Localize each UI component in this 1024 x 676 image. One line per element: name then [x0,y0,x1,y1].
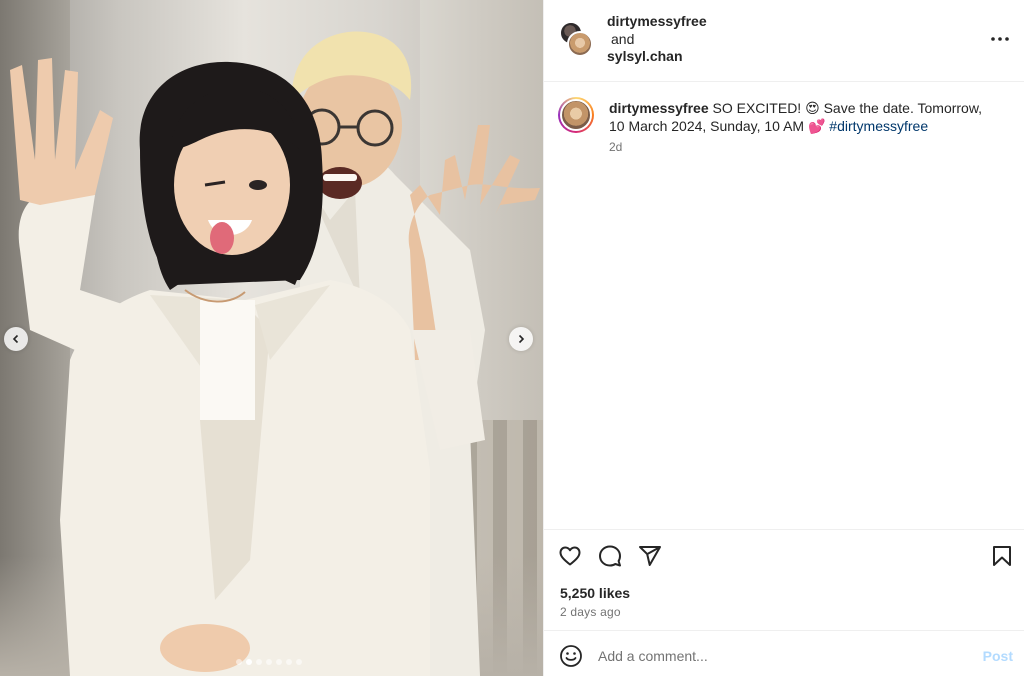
post-actions: 5,250 likes 2 days ago [544,529,1024,629]
carousel-dot [246,659,252,665]
likes-count[interactable]: 5,250 likes [560,585,630,601]
carousel-dot [296,659,302,665]
carousel-next-button[interactable] [509,327,533,351]
carousel-dot [266,659,272,665]
comment-icon [599,545,621,567]
bookmark-icon [993,546,1011,566]
post-comment-button[interactable]: Post [983,648,1013,664]
carousel-dot [256,659,262,665]
caption-timestamp: 2d [609,140,623,154]
carousel-indicator [236,659,302,665]
and-label: and [611,30,635,47]
avatar[interactable] [558,97,594,133]
post-details-panel: dirtymessyfree and sylsyl.chan dirtymess… [543,0,1024,676]
emoji-button[interactable] [559,644,583,668]
carousel-prev-button[interactable] [4,327,28,351]
save-button[interactable] [990,544,1014,568]
post-header: dirtymessyfree and sylsyl.chan [544,0,1024,82]
caption-username[interactable]: dirtymessyfree [609,100,709,116]
chevron-right-icon [518,334,525,344]
comment-form: Post [544,630,1024,676]
carousel-dot [276,659,282,665]
comment-input[interactable] [598,644,958,668]
share-button[interactable] [638,544,662,568]
like-button[interactable] [558,544,582,568]
more-options-icon [991,37,1009,41]
post-media[interactable] [0,0,543,676]
caption-text: dirtymessyfree SO EXCITED! 😍 Save the da… [609,99,999,135]
hashtag-link[interactable]: #dirtymessyfree [829,118,928,134]
share-icon [639,546,661,566]
collab-avatars[interactable] [559,21,595,57]
author-names: dirtymessyfree and sylsyl.chan [607,13,707,66]
author-link[interactable]: sylsyl.chan [607,48,707,66]
heart-icon [559,546,581,566]
chevron-left-icon [12,334,19,344]
carousel-dot [286,659,292,665]
carousel-dot [236,659,242,665]
comment-button[interactable] [598,544,622,568]
avatar[interactable] [567,31,593,57]
post-date: 2 days ago [560,605,621,619]
more-options-button[interactable] [989,28,1011,50]
author-link[interactable]: dirtymessyfree [607,13,707,31]
emoji-icon [560,645,582,667]
couple-photo [10,31,540,676]
